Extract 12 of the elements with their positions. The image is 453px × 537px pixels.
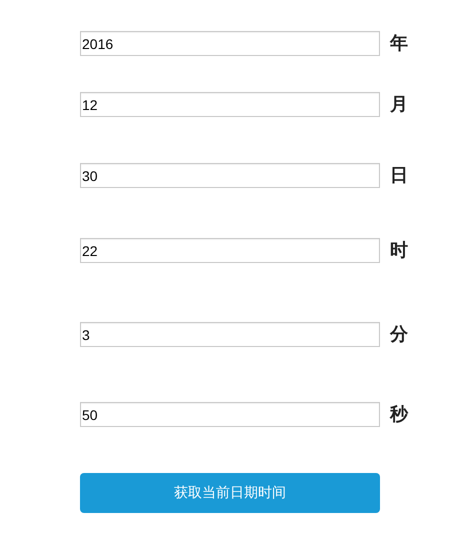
unit-label: 年: [390, 32, 408, 56]
input-field[interactable]: 22: [80, 238, 380, 263]
input-field[interactable]: 2016: [80, 31, 380, 56]
unit-label: 秒: [390, 403, 408, 427]
unit-label: 月: [390, 93, 408, 117]
unit-label: 日: [390, 164, 408, 188]
input-field[interactable]: 50: [80, 402, 380, 427]
unit-label: 分: [390, 323, 408, 347]
unit-label: 时: [390, 239, 408, 263]
input-field[interactable]: 30: [80, 163, 380, 188]
input-field[interactable]: 12: [80, 92, 380, 117]
input-field[interactable]: 3: [80, 322, 380, 347]
